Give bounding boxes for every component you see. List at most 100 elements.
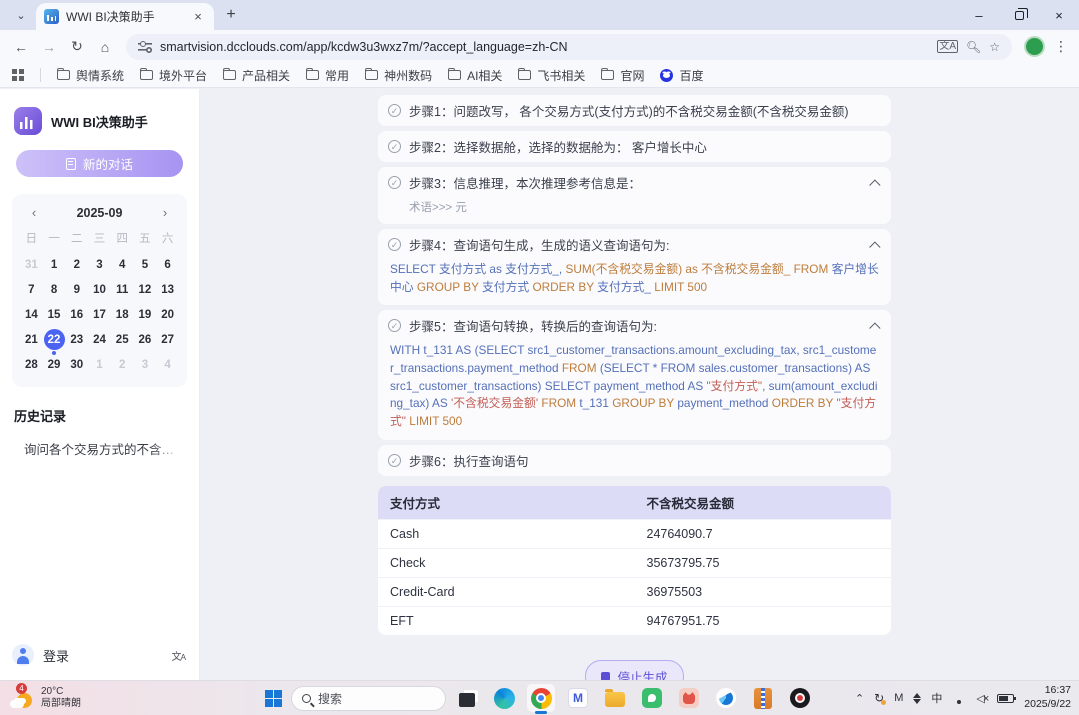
calendar-day[interactable]: 4: [111, 252, 134, 277]
calendar-day[interactable]: 2: [65, 252, 88, 277]
calendar-day[interactable]: 11: [111, 277, 134, 302]
chrome-icon[interactable]: [527, 684, 555, 712]
bookmark-item[interactable]: AI相关: [448, 67, 502, 84]
wifi-icon[interactable]: [952, 693, 966, 704]
calendar-day[interactable]: 12: [134, 277, 157, 302]
new-tab-button[interactable]: +: [218, 2, 244, 28]
language-icon[interactable]: 文A: [171, 648, 185, 663]
bookmark-item[interactable]: 舆情系统: [57, 67, 124, 84]
apps-grid-icon[interactable]: [12, 69, 24, 81]
calendar-day[interactable]: 28: [20, 352, 43, 377]
bookmark-item[interactable]: 百度: [660, 67, 703, 84]
calendar-day[interactable]: 3: [88, 252, 111, 277]
calendar-day-selected[interactable]: 22: [43, 327, 66, 352]
collapse-chevron-icon[interactable]: [869, 179, 880, 190]
edge-icon[interactable]: [490, 684, 518, 712]
close-button[interactable]: ×: [1039, 0, 1079, 30]
calendar-day[interactable]: 9: [65, 277, 88, 302]
calendar-day[interactable]: 29: [43, 352, 66, 377]
calendar-day[interactable]: 6: [156, 252, 179, 277]
calendar-day[interactable]: 17: [88, 302, 111, 327]
calendar-day[interactable]: 7: [20, 277, 43, 302]
weather-widget[interactable]: 4 20°C 局部晴朗: [0, 686, 81, 711]
tray-m-icon[interactable]: M: [894, 692, 903, 704]
restore-icon: [1015, 11, 1024, 20]
calendar-day[interactable]: 16: [65, 302, 88, 327]
cat-app-icon[interactable]: [675, 684, 703, 712]
calendar-day[interactable]: 21: [20, 327, 43, 352]
calendar-day[interactable]: 1: [43, 252, 66, 277]
new-chat-button[interactable]: 新的对话: [16, 150, 183, 177]
stop-row: 停止生成: [378, 660, 891, 680]
translate-icon[interactable]: 文A: [937, 40, 958, 53]
zoom-search-icon[interactable]: 🔍︎: [966, 40, 981, 54]
site-info-icon[interactable]: [138, 42, 152, 52]
calendar-day[interactable]: 20: [156, 302, 179, 327]
calendar-day[interactable]: 4: [156, 352, 179, 377]
calendar-day[interactable]: 15: [43, 302, 66, 327]
sync-icon[interactable]: ↻: [874, 691, 884, 705]
browser-tab[interactable]: WWI BI决策助手 ×: [36, 3, 214, 30]
tab-close-icon[interactable]: ×: [190, 9, 206, 24]
calendar-day[interactable]: 27: [156, 327, 179, 352]
step-title: 步骤5：查询语句转换，转换后的查询语句为:: [409, 316, 657, 335]
network-activity-icon[interactable]: [913, 693, 921, 704]
minimize-button[interactable]: –: [959, 0, 999, 30]
calendar-prev-icon[interactable]: ‹: [26, 205, 42, 220]
history-item[interactable]: 询问各个交易方式的不含税金额: [14, 439, 185, 458]
bookmark-item[interactable]: 境外平台: [140, 67, 207, 84]
file-explorer-icon[interactable]: [601, 684, 629, 712]
archive-app-icon[interactable]: [749, 684, 777, 712]
bookmark-item[interactable]: 飞书相关: [518, 67, 585, 84]
recorder-app-icon[interactable]: [786, 684, 814, 712]
bookmark-star-icon[interactable]: ☆: [989, 40, 1000, 54]
login-button[interactable]: 登录: [12, 644, 69, 666]
back-button[interactable]: ←: [8, 34, 34, 60]
calendar-day[interactable]: 8: [43, 277, 66, 302]
collapse-chevron-icon[interactable]: [869, 322, 880, 333]
home-button[interactable]: ⌂: [92, 34, 118, 60]
volume-muted-icon[interactable]: ◁×: [976, 692, 987, 705]
calendar-day[interactable]: 25: [111, 327, 134, 352]
calendar-day[interactable]: 26: [134, 327, 157, 352]
calendar-day[interactable]: 13: [156, 277, 179, 302]
calendar-day[interactable]: 24: [88, 327, 111, 352]
bookmark-item[interactable]: 神州数码: [365, 67, 432, 84]
taskbar-clock[interactable]: 16:37 2025/9/22: [1024, 684, 1071, 711]
calendar-day[interactable]: 1: [88, 352, 111, 377]
address-bar[interactable]: smartvision.dcclouds.com/app/kcdw3u3wxz7…: [126, 34, 1012, 60]
profile-avatar[interactable]: [1024, 36, 1045, 57]
bookmark-item[interactable]: 产品相关: [223, 67, 290, 84]
browser-menu-icon[interactable]: ⋮: [1051, 38, 1071, 55]
calendar-day[interactable]: 30: [65, 352, 88, 377]
calendar-day[interactable]: 31: [20, 252, 43, 277]
tray-expand-icon[interactable]: ⌃: [855, 692, 864, 705]
calendar-day[interactable]: 2: [111, 352, 134, 377]
calendar-day[interactable]: 10: [88, 277, 111, 302]
forward-button[interactable]: →: [36, 34, 62, 60]
calendar-day[interactable]: 3: [134, 352, 157, 377]
windows-start-icon[interactable]: [265, 690, 282, 707]
ime-indicator[interactable]: 中: [931, 690, 942, 706]
reload-button[interactable]: ↻: [64, 34, 90, 60]
bookmark-item[interactable]: 官网: [601, 67, 644, 84]
task-view-icon[interactable]: [453, 684, 481, 712]
weekday-label: 三: [88, 226, 111, 252]
battery-icon[interactable]: [997, 694, 1014, 703]
bookmark-item[interactable]: 常用: [306, 67, 349, 84]
calendar-day[interactable]: 14: [20, 302, 43, 327]
collapse-chevron-icon[interactable]: [869, 241, 880, 252]
marktext-icon[interactable]: M: [564, 684, 592, 712]
taskbar-search[interactable]: 搜索: [291, 686, 446, 711]
tab-search-button[interactable]: ⌄: [8, 2, 34, 28]
notes-app-icon[interactable]: [638, 684, 666, 712]
calendar-day[interactable]: 19: [134, 302, 157, 327]
calendar-next-icon[interactable]: ›: [157, 205, 173, 220]
calendar-day[interactable]: 5: [134, 252, 157, 277]
stop-generation-button[interactable]: 停止生成: [585, 660, 683, 680]
calendar-day[interactable]: 18: [111, 302, 134, 327]
table-row: Check35673795.75: [378, 548, 891, 577]
dev-app-icon[interactable]: [712, 684, 740, 712]
calendar-day[interactable]: 23: [65, 327, 88, 352]
maximize-button[interactable]: [999, 0, 1039, 30]
